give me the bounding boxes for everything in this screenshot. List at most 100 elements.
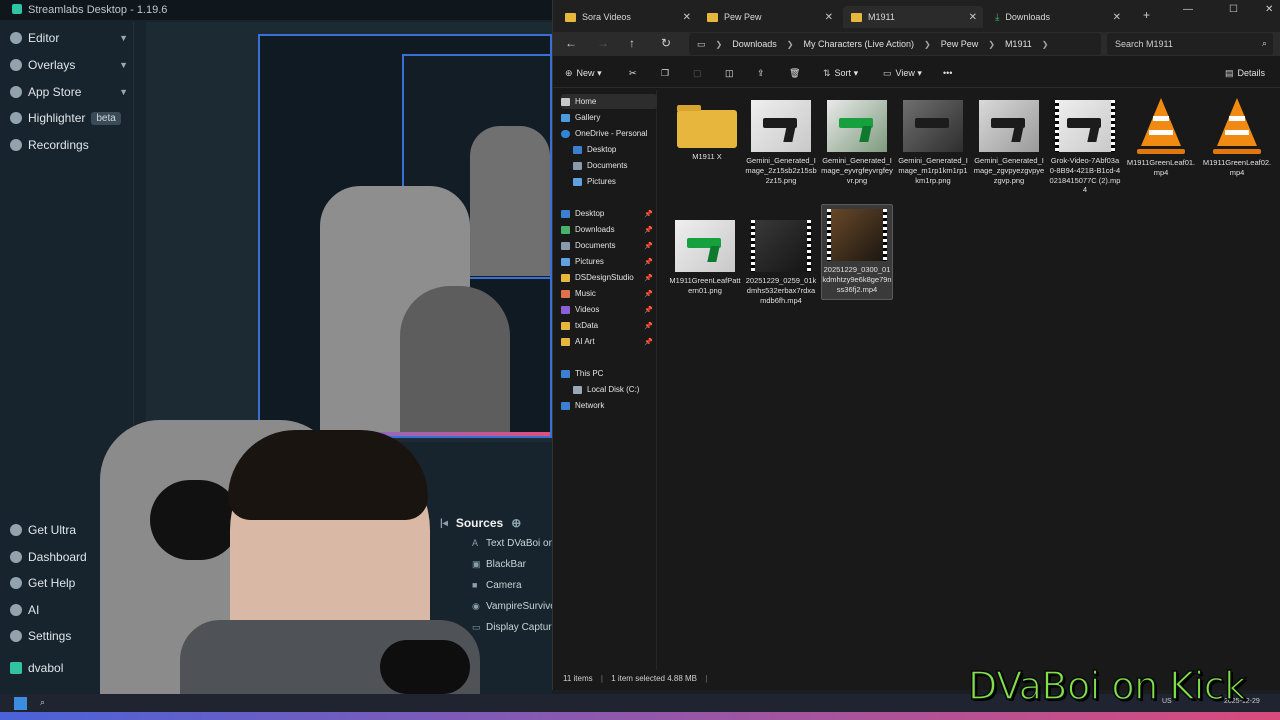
network-icon xyxy=(561,401,570,410)
sl-nav-label: Dashboard xyxy=(28,550,87,564)
source-item[interactable]: ◉ VampireSurvivo xyxy=(472,601,552,612)
nav-this-pc[interactable]: This PC xyxy=(561,366,657,381)
file-item[interactable]: Gemini_Generated_Image_2z15sb2z15sb2z15.… xyxy=(745,96,817,198)
nav-quick-music[interactable]: Music 📌 xyxy=(561,286,657,301)
up-arrow-icon[interactable]: ↑ xyxy=(629,36,635,50)
nav-quick-txdata[interactable]: txData 📌 xyxy=(561,318,657,333)
nav-quick-desktop[interactable]: Desktop 📌 xyxy=(561,206,657,221)
nav-quick-documents[interactable]: Documents 📌 xyxy=(561,238,657,253)
nav-label: Music xyxy=(575,289,596,298)
breadcrumb[interactable]: ▭ ❯ Downloads ❯ My Characters (Live Acti… xyxy=(689,33,1101,55)
file-item[interactable]: Gemini_Generated_Image_eyvrgfeyvrgfeyvr.… xyxy=(821,96,893,198)
file-item[interactable]: Gemini_Generated_Image_zgvpyezgvpyezgvp.… xyxy=(973,96,1045,198)
new-button[interactable]: ⊕ New ▾ xyxy=(565,68,602,79)
nav-od-desktop[interactable]: Desktop xyxy=(573,142,657,157)
nav-quick-ai-art[interactable]: AI Art 📌 xyxy=(561,334,657,349)
close-icon[interactable]: ✕ xyxy=(825,12,833,23)
tab-m1911[interactable]: M1911 ✕ xyxy=(843,6,983,28)
file-name: M1911GreenLeaf01.mp4 xyxy=(1126,158,1196,177)
dashboard-icon xyxy=(10,551,22,563)
minimize-icon[interactable]: — xyxy=(1183,4,1193,15)
file-item[interactable]: M1911GreenLeaf01.mp4 xyxy=(1125,96,1197,198)
pistol-icon xyxy=(915,118,949,128)
tab-downloads[interactable]: ⤓ Downloads ✕ xyxy=(987,6,1127,28)
webcam-microphone xyxy=(380,640,470,694)
tab-pew-pew[interactable]: Pew Pew ✕ xyxy=(699,6,839,28)
file-item[interactable]: M1911 X xyxy=(671,96,743,198)
nav-quick-downloads[interactable]: Downloads 📌 xyxy=(561,222,657,237)
folder-icon xyxy=(677,105,737,148)
file-item[interactable]: M1911GreenLeafPattern01.png xyxy=(669,216,741,318)
chevron-right-icon: ❯ xyxy=(988,39,995,49)
details-button[interactable]: ▤ Details xyxy=(1225,68,1265,79)
source-label: Display Capture xyxy=(486,622,552,633)
breadcrumb-item[interactable]: My Characters (Live Action) xyxy=(803,39,914,49)
forward-arrow-icon[interactable]: → xyxy=(597,36,609,50)
sl-nav-app-store[interactable]: App Store ▼ xyxy=(10,82,128,102)
cut-icon[interactable]: ✂ xyxy=(629,68,637,79)
source-item[interactable]: ■ Camera xyxy=(472,580,552,591)
nav-quick-pictures[interactable]: Pictures 📌 xyxy=(561,254,657,269)
copy-icon[interactable]: ❐ xyxy=(661,68,669,79)
paste-icon[interactable]: ▢ xyxy=(693,68,702,79)
file-item[interactable]: 20251229_0259_01kdmhs532erbax7rdxamdb6fh… xyxy=(745,216,817,318)
close-window-icon[interactable]: ✕ xyxy=(1265,4,1273,15)
nav-network[interactable]: Network xyxy=(561,398,657,413)
sort-label: Sort xyxy=(834,68,852,78)
share-icon[interactable]: ⇪ xyxy=(757,68,765,79)
windows-start-icon[interactable] xyxy=(14,697,27,710)
rename-icon[interactable]: ◫ xyxy=(725,68,734,79)
nav-od-documents[interactable]: Documents xyxy=(573,158,657,173)
file-item[interactable]: M1911GreenLeaf02.mp4 xyxy=(1201,96,1273,198)
nav-gallery[interactable]: Gallery xyxy=(561,110,657,125)
nav-od-pictures[interactable]: Pictures xyxy=(573,174,657,189)
source-item[interactable]: ▣ BlackBar xyxy=(472,559,552,570)
nav-quick-videos[interactable]: Videos 📌 xyxy=(561,302,657,317)
nav-label: txData xyxy=(575,321,599,330)
plus-circle-icon: ⊕ xyxy=(565,68,573,78)
add-source-icon[interactable]: ⊕ xyxy=(511,516,521,530)
close-icon[interactable]: ✕ xyxy=(683,12,691,23)
tab-sora-videos[interactable]: Sora Videos ✕ xyxy=(557,6,697,28)
close-icon[interactable]: ✕ xyxy=(969,12,977,23)
nav-home[interactable]: Home xyxy=(561,94,657,109)
nav-label: This PC xyxy=(575,369,604,378)
streamlabs-title: Streamlabs Desktop - 1.19.6 xyxy=(28,4,168,16)
pin-icon: 📌 xyxy=(644,258,653,266)
breadcrumb-item[interactable]: Pew Pew xyxy=(941,39,979,49)
nav-label: Home xyxy=(575,97,597,106)
nav-quick-dsdesignstudio[interactable]: DSDesignStudio 📌 xyxy=(561,270,657,285)
source-item[interactable]: A Text DVaBoi on xyxy=(472,538,552,549)
nav-label: OneDrive - Personal xyxy=(575,129,648,138)
nav-label: Videos xyxy=(575,305,600,314)
file-item[interactable]: Grok-Video-7Abf03a0-8B94-421B-B1cd-40218… xyxy=(1049,96,1121,198)
delete-icon[interactable]: 🗑 xyxy=(789,68,800,79)
game-capture-icon: ◉ xyxy=(472,601,480,611)
back-arrow-icon[interactable]: ← xyxy=(565,36,577,50)
cone-stripe xyxy=(1149,130,1173,135)
refresh-icon[interactable]: ↻ xyxy=(661,36,671,50)
breadcrumb-item[interactable]: Downloads xyxy=(732,39,777,49)
file-item[interactable]: Gemini_Generated_Image_m1rp1km1rp1km1rp.… xyxy=(897,96,969,198)
taskbar-search-icon[interactable]: ⌕ xyxy=(40,697,45,708)
sl-nav-label: Recordings xyxy=(28,138,89,152)
sort-button[interactable]: ⇅ Sort ▾ xyxy=(823,68,858,79)
sl-nav-editor[interactable]: Editor ▼ xyxy=(10,28,128,48)
file-item-selected[interactable]: 20251229_0300_01kdmhtzy9e6k8ge79nss36fj2… xyxy=(821,204,893,300)
sl-nav-overlays[interactable]: Overlays ▼ xyxy=(10,55,128,75)
collapse-icon[interactable]: |◂ xyxy=(440,518,448,529)
new-tab-icon[interactable]: + xyxy=(1143,8,1150,22)
search-input[interactable]: Search M1911 ⌕ xyxy=(1107,33,1273,55)
maximize-icon[interactable]: ☐ xyxy=(1229,4,1238,15)
more-options-button[interactable]: ••• xyxy=(943,68,952,78)
nav-local-disk[interactable]: Local Disk (C:) xyxy=(573,382,657,397)
nav-onedrive[interactable]: OneDrive - Personal xyxy=(561,126,657,141)
sl-nav-recordings[interactable]: Recordings xyxy=(10,135,128,155)
close-icon[interactable]: ✕ xyxy=(1113,12,1121,23)
sl-nav-highlighter[interactable]: Highlighter beta xyxy=(10,108,128,128)
video-thumbnail xyxy=(1055,100,1115,152)
view-button[interactable]: ▭ View ▾ xyxy=(883,68,922,79)
pin-icon: 📌 xyxy=(644,338,653,346)
breadcrumb-item[interactable]: M1911 xyxy=(1005,39,1032,49)
source-item[interactable]: ▭ Display Capture xyxy=(472,622,552,633)
